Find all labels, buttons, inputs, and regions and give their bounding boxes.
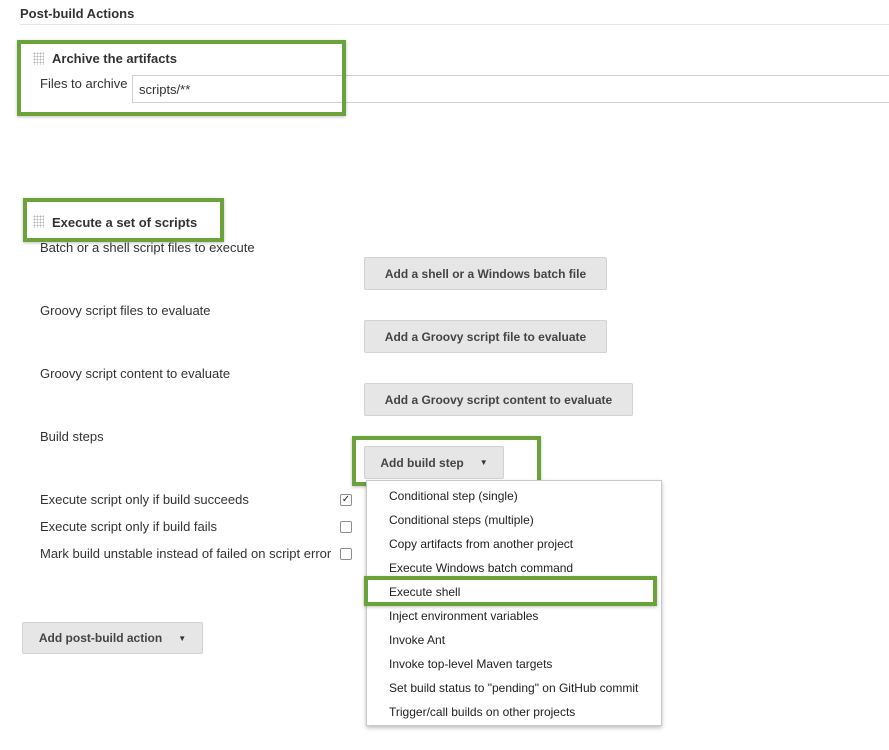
archive-artifacts-title: Archive the artifacts: [52, 51, 177, 66]
menu-item-conditional-single[interactable]: Conditional step (single): [389, 488, 518, 504]
add-build-step-label: Add build step: [380, 455, 464, 470]
menu-item-copy-artifacts[interactable]: Copy artifacts from another project: [389, 536, 573, 552]
groovy-files-label: Groovy script files to evaluate: [40, 303, 211, 318]
add-groovy-file-button[interactable]: Add a Groovy script file to evaluate: [364, 320, 607, 353]
option-succeeds-label: Execute script only if build succeeds: [40, 492, 249, 507]
menu-item-github-status[interactable]: Set build status to "pending" on GitHub …: [389, 680, 638, 696]
files-to-archive-label: Files to archive: [40, 76, 128, 91]
option-fails-label: Execute script only if build fails: [40, 519, 218, 534]
chevron-down-icon: ▼: [479, 458, 488, 467]
menu-item-execute-shell[interactable]: Execute shell: [389, 584, 460, 600]
build-steps-label: Build steps: [40, 429, 104, 444]
menu-item-conditional-multiple[interactable]: Conditional steps (multiple): [389, 512, 534, 528]
drag-handle-icon[interactable]: [33, 52, 44, 65]
groovy-content-label: Groovy script content to evaluate: [40, 366, 231, 381]
add-post-build-action-label: Add post-build action: [38, 631, 163, 645]
build-step-menu: Conditional step (single) Conditional st…: [366, 480, 662, 726]
execute-scripts-title: Execute a set of scripts: [52, 215, 198, 230]
option-unstable-label: Mark build unstable instead of failed on…: [40, 546, 332, 561]
files-to-archive-input[interactable]: [132, 75, 889, 103]
menu-item-inject-env[interactable]: Inject environment variables: [389, 608, 538, 624]
menu-item-windows-batch[interactable]: Execute Windows batch command: [389, 560, 573, 576]
add-groovy-content-button[interactable]: Add a Groovy script content to evaluate: [364, 383, 633, 416]
add-shell-script-button[interactable]: Add a shell or a Windows batch file: [364, 257, 607, 290]
menu-item-trigger-builds[interactable]: Trigger/call builds on other projects: [389, 704, 575, 720]
section-divider: [20, 24, 889, 25]
option-fails-checkbox[interactable]: [340, 521, 352, 533]
option-succeeds-checkbox[interactable]: ✓: [340, 494, 352, 506]
option-unstable-checkbox[interactable]: [340, 548, 352, 560]
chevron-down-icon: ▼: [178, 633, 187, 643]
menu-item-invoke-ant[interactable]: Invoke Ant: [389, 632, 445, 648]
add-post-build-action-button[interactable]: Add post-build action ▼: [22, 622, 203, 654]
add-build-step-button[interactable]: Add build step ▼: [364, 446, 504, 479]
menu-item-maven-targets[interactable]: Invoke top-level Maven targets: [389, 656, 552, 672]
section-title: Post-build Actions: [20, 6, 135, 21]
drag-handle-icon[interactable]: [33, 215, 44, 228]
shell-script-files-label: Batch or a shell script files to execute: [40, 240, 255, 255]
